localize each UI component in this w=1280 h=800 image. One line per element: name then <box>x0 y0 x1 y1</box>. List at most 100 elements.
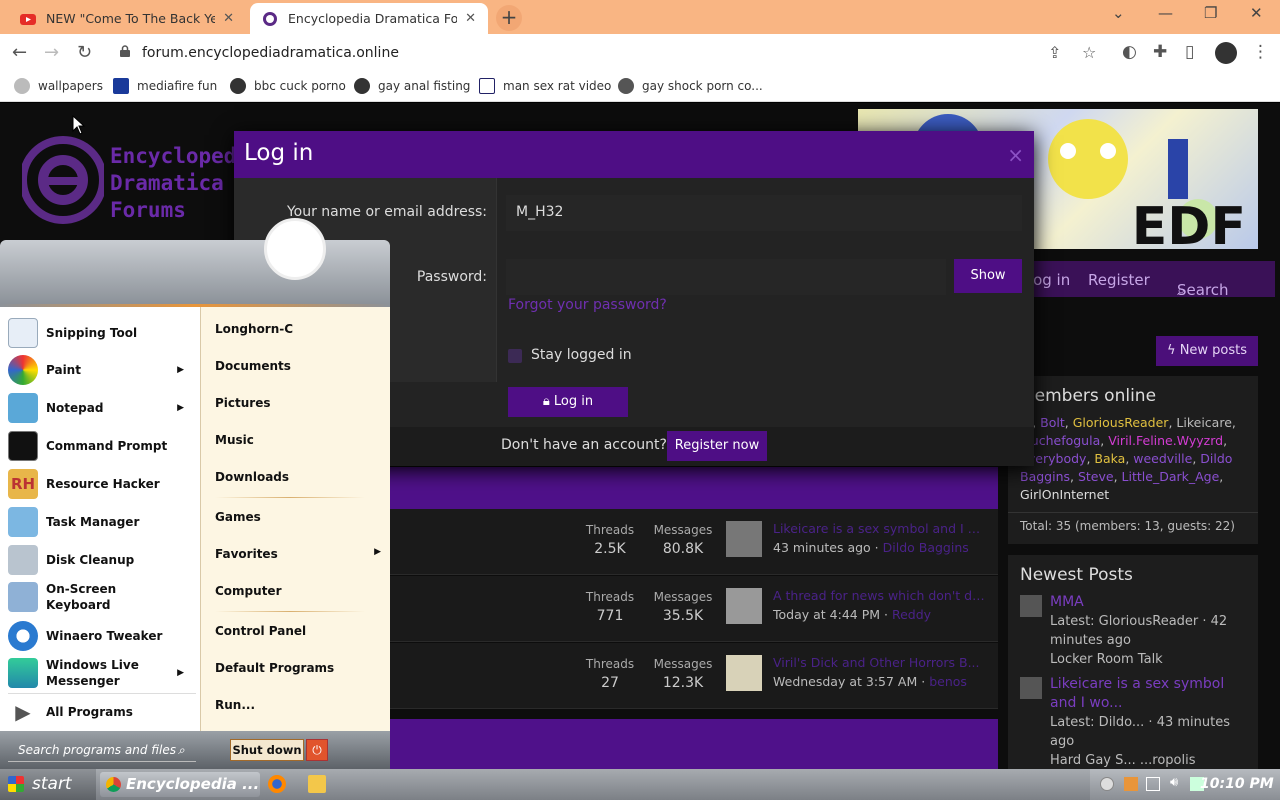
new-tab-button[interactable]: + <box>496 5 522 31</box>
member-link[interactable]: GirlOnInternet <box>1020 487 1109 502</box>
profile-icon[interactable] <box>1215 42 1237 64</box>
menu-dots-icon[interactable]: ⋮ <box>1252 42 1269 62</box>
list-item[interactable]: Likeicare is a sex symbol and I wo... La… <box>1008 673 1258 769</box>
stay-logged-in-checkbox[interactable] <box>508 349 522 363</box>
power-icon[interactable]: ⏻ <box>306 739 328 761</box>
program-winaero-tweaker[interactable]: Winaero Tweaker <box>8 618 196 654</box>
place-documents[interactable]: Documents <box>215 359 385 373</box>
close-icon[interactable]: ✕ <box>465 11 476 26</box>
back-arrow-icon[interactable] <box>1100 777 1114 791</box>
post-forum[interactable]: Hard Gay S... ...ropolis <box>1050 751 1246 769</box>
bookmark-item[interactable]: gay anal fisting <box>354 78 470 94</box>
bookmark-item[interactable]: mediafire fun <box>113 78 217 94</box>
network-icon[interactable] <box>1146 777 1160 791</box>
nav-register-link[interactable]: Register <box>1088 271 1150 289</box>
minimize-button[interactable]: — <box>1158 4 1173 22</box>
avatar[interactable] <box>726 588 762 624</box>
member-link[interactable]: Likeicare <box>1176 415 1231 430</box>
all-programs-button[interactable]: ▶ All Programs <box>8 693 196 729</box>
place-downloads[interactable]: Downloads <box>215 470 385 484</box>
bookmark-item[interactable]: bbc cuck porno <box>230 78 346 94</box>
member-link[interactable]: Steve <box>1078 469 1114 484</box>
program-resource-hacker[interactable]: RH Resource Hacker <box>8 466 196 502</box>
tab-youtube[interactable]: NEW "Come To The Back Yes" ✕ <box>8 3 246 34</box>
bookmarks-bar: wallpapers mediafire fun bbc cuck porno … <box>0 72 1280 102</box>
last-post-title[interactable]: Likeicare is a sex symbol and I w... <box>773 521 988 536</box>
forum-node-row[interactable]: Threads 771 Messages 35.5K A thread for ne… <box>390 576 998 642</box>
last-post-title[interactable]: A thread for news which don't de... <box>773 588 988 603</box>
place-longhorn-c[interactable]: Longhorn-C <box>215 322 385 336</box>
site-logo-icon[interactable] <box>22 135 104 225</box>
user-avatar[interactable] <box>264 218 326 280</box>
member-link[interactable]: weedville <box>1133 451 1192 466</box>
reload-icon[interactable]: ↻ <box>77 42 92 63</box>
forum-node-row[interactable]: Threads 2.5K Messages 80.8K Likeicare is a… <box>390 509 998 575</box>
firefox-icon[interactable] <box>268 775 286 793</box>
stay-logged-in-label[interactable]: Stay logged in <box>531 347 632 363</box>
place-default-programs[interactable]: Default Programs <box>215 661 385 675</box>
program-notepad[interactable]: Notepad ▶ <box>8 390 196 426</box>
bookmark-item[interactable]: gay shock porn co... <box>618 78 763 94</box>
member-link[interactable]: Little_Dark_Age <box>1122 469 1220 484</box>
forward-icon[interactable]: → <box>44 42 59 63</box>
start-search-input[interactable]: Search programs and files ⌕ <box>8 738 196 762</box>
place-control-panel[interactable]: Control Panel <box>215 624 385 638</box>
tab-search-icon[interactable]: ⌄ <box>1112 4 1125 22</box>
avatar[interactable] <box>726 655 762 691</box>
last-post-user[interactable]: Reddy <box>892 607 931 622</box>
post-forum[interactable]: Locker Room Talk <box>1050 650 1246 669</box>
program-task-manager[interactable]: Task Manager <box>8 504 196 540</box>
tray-app-icon[interactable] <box>1124 777 1138 791</box>
shutdown-button[interactable]: Shut down <box>230 739 304 761</box>
bookmark-item[interactable]: wallpapers <box>14 78 103 94</box>
place-run[interactable]: Run... <box>215 698 385 712</box>
member-link[interactable]: Viril.Feline.Wyyzrd <box>1108 433 1223 448</box>
place-games[interactable]: Games <box>215 510 385 524</box>
member-link[interactable]: Bolt <box>1040 415 1065 430</box>
volume-icon[interactable]: 🔊︎ <box>1170 775 1184 790</box>
extension-icon[interactable]: ◐ <box>1122 42 1137 62</box>
new-posts-button[interactable]: ϟ New posts <box>1156 336 1258 366</box>
puzzle-icon[interactable]: ✚ <box>1153 42 1167 62</box>
program-disk-cleanup[interactable]: Disk Cleanup <box>8 542 196 578</box>
place-music[interactable]: Music <box>215 433 385 447</box>
close-icon[interactable]: ✕ <box>223 11 234 26</box>
bookmark-star-icon[interactable]: ☆ <box>1082 43 1096 62</box>
list-item[interactable]: MMA Latest: GloriousReader · 42 minutes … <box>1008 591 1258 673</box>
last-post-user[interactable]: Dildo Baggins <box>883 540 969 555</box>
place-pictures[interactable]: Pictures <box>215 396 385 410</box>
place-computer[interactable]: Computer <box>215 584 385 598</box>
tab-encyclopedia-dramatica[interactable]: Encyclopedia Dramatica Forums ✕ <box>250 3 488 34</box>
close-window-button[interactable]: ✕ <box>1250 4 1263 22</box>
share-icon[interactable]: ⇪ <box>1048 43 1061 62</box>
program-windows-live-messenger[interactable]: Windows Live Messenger ▶ <box>8 655 196 691</box>
folder-icon[interactable] <box>308 775 326 793</box>
bookmark-item[interactable]: man sex rat video <box>479 78 611 94</box>
username-field[interactable]: M_H32 <box>506 195 1022 231</box>
post-title-link[interactable]: MMA <box>1050 593 1246 612</box>
forgot-password-link[interactable]: Forgot your password? <box>508 297 667 313</box>
place-favorites[interactable]: Favorites ▶ <box>215 547 385 561</box>
register-now-button[interactable]: Register now <box>667 431 767 461</box>
last-post-title[interactable]: Viril's Dick and Other Horrors B... <box>773 655 988 670</box>
password-field[interactable] <box>506 259 946 295</box>
program-command-prompt[interactable]: Command Prompt <box>8 428 196 464</box>
close-icon[interactable]: × <box>1007 143 1024 167</box>
program-snipping-tool[interactable]: Snipping Tool <box>8 315 196 351</box>
show-password-button[interactable]: Show <box>954 259 1022 293</box>
last-post-user[interactable]: benos <box>929 674 967 689</box>
forum-node-row[interactable]: Threads 27 Messages 12.3K Viril's Dick and… <box>390 643 998 709</box>
avatar[interactable] <box>726 521 762 557</box>
side-panel-icon[interactable]: ▯ <box>1185 42 1194 62</box>
start-button[interactable]: start <box>0 769 96 800</box>
login-button[interactable]: 🔒︎ Log in <box>508 387 628 417</box>
member-link[interactable]: Baka <box>1094 451 1125 466</box>
member-link[interactable]: GloriousReader <box>1073 415 1169 430</box>
post-title-link[interactable]: Likeicare is a sex symbol and I wo... <box>1050 675 1246 713</box>
taskbar-item-chrome[interactable]: Encyclopedia ... <box>100 772 260 797</box>
back-icon[interactable]: ← <box>12 42 27 63</box>
restore-button[interactable]: ❐ <box>1204 4 1217 22</box>
program-on-screen-keyboard[interactable]: On-Screen Keyboard <box>8 579 196 615</box>
address-bar[interactable]: forum.encyclopediadramatica.online ⇪ ☆ <box>110 38 1115 68</box>
program-paint[interactable]: Paint ▶ <box>8 352 196 388</box>
